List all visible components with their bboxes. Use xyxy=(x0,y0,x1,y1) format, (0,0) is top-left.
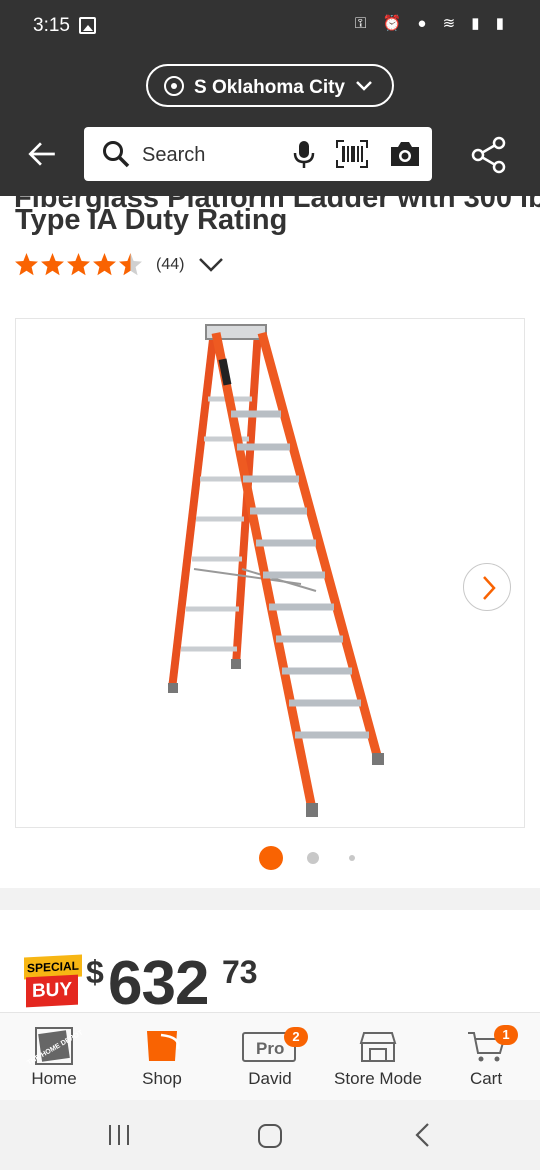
nav-shop[interactable]: Shop xyxy=(108,1013,216,1101)
store-location-selector[interactable]: S Oklahoma City xyxy=(146,64,394,107)
nav-account[interactable]: Pro 2 David xyxy=(216,1013,324,1101)
share-icon[interactable] xyxy=(470,136,508,174)
carousel-dot[interactable] xyxy=(259,846,283,870)
pro-label: Pro xyxy=(256,1039,284,1058)
gallery-notification-icon xyxy=(79,17,96,34)
pro-xtra-icon: Pro xyxy=(242,1032,296,1062)
nav-shop-label: Shop xyxy=(142,1069,182,1088)
review-count[interactable]: (44) xyxy=(156,256,184,274)
bottom-navigation: THE HOME DEPOT Home Shop Pro 2 David Sto… xyxy=(0,1012,540,1100)
home-depot-logo-icon: THE HOME DEPOT xyxy=(26,1027,85,1065)
cart-badge: 1 xyxy=(494,1025,518,1045)
app-header: 3:15 ⚿ ⏰ ● ≋ ▮ ▮ S Oklahoma City Search xyxy=(0,0,540,196)
back-arrow-icon[interactable] xyxy=(26,138,58,170)
chevron-down-icon[interactable] xyxy=(198,257,224,273)
cart-icon xyxy=(468,1032,506,1062)
nav-home[interactable]: THE HOME DEPOT Home xyxy=(0,1013,108,1101)
product-card: Fiberglass Platform Ladder with 300 lb. … xyxy=(0,196,540,888)
location-target-icon xyxy=(164,76,184,96)
special-buy-badge: SPECIAL BUY xyxy=(24,954,82,1008)
store-icon xyxy=(359,1032,397,1062)
star-icon xyxy=(67,253,90,276)
price-dollars: 632 xyxy=(108,949,209,1018)
account-badge: 2 xyxy=(284,1027,308,1047)
ladder-product-image xyxy=(168,324,384,817)
nav-home-label: Home xyxy=(31,1069,77,1088)
carousel-pagination xyxy=(0,846,540,870)
store-location-label: S Oklahoma City xyxy=(194,77,345,98)
chevron-down-icon xyxy=(356,81,372,91)
status-time: 3:15 xyxy=(33,15,70,36)
product-title: Type IA Duty Rating xyxy=(15,204,288,236)
chevron-right-icon xyxy=(483,576,496,600)
carousel-dot[interactable] xyxy=(307,852,319,864)
system-navigation-bar xyxy=(0,1100,540,1170)
product-image-carousel[interactable] xyxy=(15,318,525,828)
status-icons: ⚿ ⏰ ● ≋ ▮ ▮ xyxy=(354,15,510,32)
price-currency: $ xyxy=(86,954,104,990)
nav-cart[interactable]: 1 Cart xyxy=(432,1013,540,1101)
search-bar[interactable]: Search xyxy=(84,127,432,181)
home-system-icon[interactable] xyxy=(257,1123,283,1149)
shop-bucket-icon xyxy=(147,1031,180,1061)
star-icon xyxy=(15,253,38,276)
camera-icon[interactable] xyxy=(389,140,421,168)
product-rating[interactable]: (44) xyxy=(14,252,224,277)
microphone-icon[interactable] xyxy=(292,139,316,169)
status-bar: 3:15 ⚿ ⏰ ● ≋ ▮ ▮ xyxy=(0,0,540,54)
search-icon xyxy=(103,141,130,168)
nav-store-mode-label: Store Mode xyxy=(334,1069,422,1088)
nav-store-mode[interactable]: Store Mode xyxy=(324,1013,432,1101)
star-icon xyxy=(119,253,142,276)
star-rating xyxy=(14,252,144,277)
barcode-scanner-icon[interactable] xyxy=(336,140,368,168)
search-input[interactable]: Search xyxy=(142,144,205,167)
carousel-dot[interactable] xyxy=(349,855,355,861)
price-card: SPECIAL BUY $ 632 73 xyxy=(0,910,540,1020)
price-cents: 73 xyxy=(222,954,258,990)
special-buy-bottom: BUY xyxy=(26,974,78,1008)
recent-apps-icon[interactable] xyxy=(106,1122,132,1148)
nav-cart-label: Cart xyxy=(469,1069,503,1088)
back-system-icon[interactable] xyxy=(411,1122,435,1148)
nav-account-label: David xyxy=(248,1069,292,1088)
star-icon xyxy=(41,253,64,276)
next-image-button[interactable] xyxy=(463,563,511,611)
star-icon xyxy=(93,253,116,276)
